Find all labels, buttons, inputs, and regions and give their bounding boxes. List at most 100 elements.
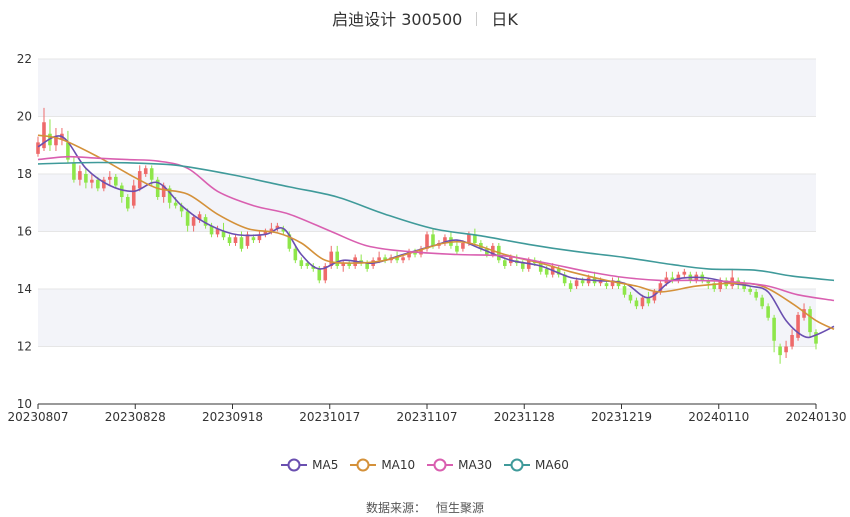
candle-body [622,286,627,295]
x-tick-label: 20231219 [591,410,652,424]
candle [359,254,363,266]
candle [443,234,447,246]
candle-body [191,217,196,226]
candlestick-chart: 10121416182022 20230807 20230828 20230918 2… [7,52,847,424]
candle [383,254,387,264]
candle-body [185,211,190,226]
candle-body [628,294,633,301]
candle-body [568,283,573,289]
legend-label: MA10 [381,458,416,472]
candle-body [538,263,543,272]
candle [257,231,262,243]
candle [48,119,52,151]
candle [245,231,250,249]
x-tick-label: 20231128 [494,410,555,424]
candle-body [574,280,579,287]
candle-body [78,171,82,180]
candle [592,271,597,287]
candle-body [96,179,100,189]
y-tick-label: 18 [17,167,32,181]
candle-body [646,297,651,304]
x-tick-label: 20230918 [202,410,263,424]
candle-body [72,162,76,180]
candle-body [377,257,381,261]
candle [233,234,238,246]
candle [54,128,58,151]
candle-body [455,245,459,252]
candle [299,257,304,269]
candle-body [754,291,758,298]
candle-body [114,176,118,186]
candle-body [503,260,507,266]
candle-body [173,202,178,206]
candle-body [640,297,645,307]
x-tick-label: 20231017 [299,410,360,424]
background-bands [38,59,816,347]
candle [347,260,351,269]
candle-body [227,237,232,243]
y-tick-label: 14 [17,282,32,296]
candle [66,130,70,163]
source-label: 数据来源： [365,501,426,515]
x-axis: 20230807 20230828 20230918 20231017 20231107… [7,403,847,424]
legend-label: MA5 [312,458,339,472]
candle-body [108,176,112,180]
candle-body [401,257,405,261]
y-tick-label: 20 [17,110,32,124]
candle-body [808,309,812,333]
candle-body [299,260,304,266]
y-tick-label: 16 [17,225,32,239]
legend-item-ma10[interactable]: MA10 [350,458,415,472]
candle [706,277,711,289]
candle [676,271,681,284]
source-value: 恒生聚源 [436,501,485,515]
legend-marker [281,458,308,472]
candle-body [119,185,124,197]
legend-item-ma60[interactable]: MA60 [504,458,569,472]
candle-body [131,185,136,206]
candle-body [84,174,88,183]
candle [335,245,340,269]
x-tick-label: 20230807 [7,410,68,424]
candle [341,260,346,272]
candle-body [431,234,435,246]
legend-item-ma5[interactable]: MA5 [281,458,338,472]
y-tick-label: 22 [17,52,32,66]
candle-body [634,300,639,307]
candle-body [335,251,340,266]
candle-body [604,283,609,287]
candle [514,254,519,266]
candle [682,268,687,278]
band [38,289,816,347]
candle-body [239,237,244,249]
candle-body [766,306,770,318]
candle [323,263,328,284]
candle-body [544,268,549,275]
legend-marker [427,458,454,472]
candle [778,343,782,364]
candle-body [760,297,764,307]
candle-body [90,179,94,183]
candle-body [125,197,130,209]
legend-label: MA30 [458,458,493,472]
candle [796,312,800,341]
candle [419,245,423,258]
candle-body [467,234,471,243]
candle-body [251,237,256,241]
candle-body [784,346,788,353]
candle [72,156,76,183]
x-tick-label: 20231107 [396,410,457,424]
candle-body [143,168,148,174]
candle-body [778,346,782,356]
candle [730,268,735,289]
x-tick-label: 20240130 [785,410,846,424]
legend-marker [350,458,377,472]
legend: MA5 MA10 MA30 MA60 [0,458,850,475]
candle-body [149,168,154,180]
candle [610,277,615,289]
legend-item-ma30[interactable]: MA30 [427,458,492,472]
y-axis-labels: 10 12 14 16 18 20 22 [17,52,32,411]
candle-body [682,271,687,275]
candle-body [520,263,525,269]
candle-body [221,231,226,238]
